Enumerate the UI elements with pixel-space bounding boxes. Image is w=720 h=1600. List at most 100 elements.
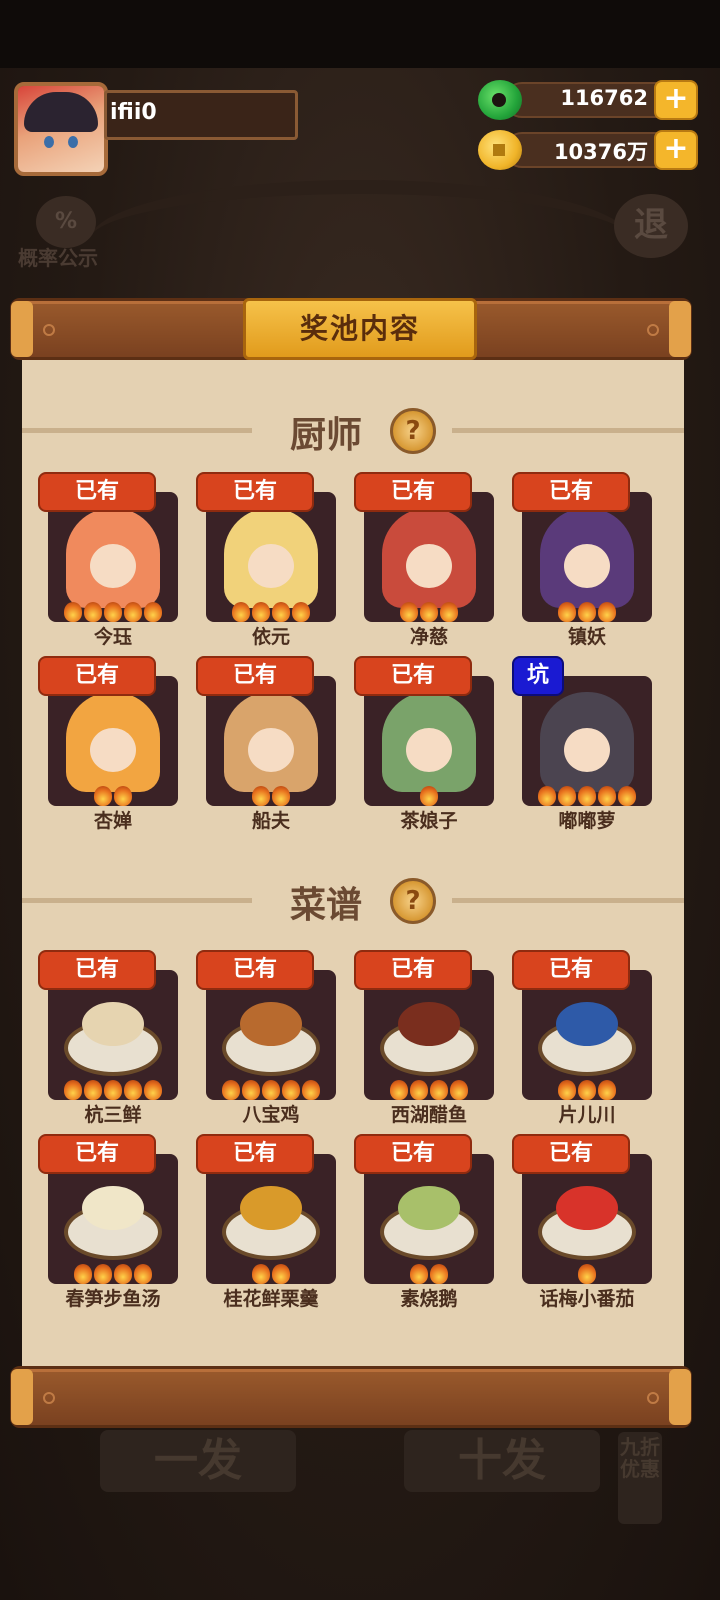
dish-art	[64, 1002, 162, 1076]
character-face	[564, 728, 610, 772]
exit-button: 退	[614, 194, 688, 258]
dish-art	[538, 1002, 636, 1076]
flame-icon	[430, 1080, 448, 1100]
flame-icon	[558, 786, 576, 806]
help-icon[interactable]: ?	[390, 408, 436, 454]
item-name: 桂花鲜栗羹	[223, 1288, 319, 1310]
rarity-flames	[364, 1080, 494, 1100]
flame-icon	[390, 1080, 408, 1100]
food-fill	[240, 1002, 302, 1046]
flame-icon	[598, 602, 616, 622]
rod-knob	[669, 1369, 691, 1425]
character-art	[224, 692, 318, 792]
section-header-chefs: 厨师 ?	[22, 406, 684, 456]
flame-icon	[64, 1080, 82, 1100]
flame-icon	[440, 602, 458, 622]
character-art	[66, 508, 160, 608]
flame-icon	[232, 602, 250, 622]
probability-label: 概率公示	[18, 246, 98, 270]
recipe-card[interactable]: 已有 杭三鲜	[38, 950, 178, 1126]
owned-badge: 已有	[38, 656, 156, 696]
dish-art	[222, 1186, 320, 1260]
item-name: 杏婵	[93, 810, 132, 832]
help-icon[interactable]: ?	[390, 878, 436, 924]
character-face	[406, 728, 452, 772]
rod-pin	[647, 1392, 659, 1404]
rarity-flames	[522, 786, 652, 806]
flame-icon	[124, 1080, 142, 1100]
flame-icon	[538, 786, 556, 806]
item-name: 依元	[251, 626, 290, 648]
section-header-recipes: 菜谱 ?	[22, 876, 684, 926]
recipe-card[interactable]: 已有素烧鹅	[354, 1134, 494, 1310]
chef-card[interactable]: 坑嘟嘟萝	[512, 656, 652, 832]
flame-icon	[144, 1080, 162, 1100]
chef-card[interactable]: 已有 镇妖	[512, 472, 652, 648]
add-coin-button[interactable]: +	[654, 130, 698, 170]
flame-icon	[272, 602, 290, 622]
chef-card[interactable]: 已有 净慈	[354, 472, 494, 648]
flame-icon	[74, 1264, 92, 1284]
flame-icon	[420, 602, 438, 622]
owned-badge: 已有	[354, 950, 472, 990]
owned-badge: 已有	[512, 950, 630, 990]
flame-icon	[94, 786, 112, 806]
character-face	[406, 544, 452, 588]
recipe-card[interactable]: 已有八宝鸡	[196, 950, 336, 1126]
chef-card[interactable]: 已有杏婵	[38, 656, 178, 832]
character-art	[382, 508, 476, 608]
rarity-flames	[364, 786, 494, 806]
food-fill	[556, 1186, 618, 1230]
recipe-card[interactable]: 已有 片儿川	[512, 950, 652, 1126]
character-art	[382, 692, 476, 792]
recipe-card[interactable]: 已有 西湖醋鱼	[354, 950, 494, 1126]
rarity-flames	[48, 1264, 178, 1284]
character-art	[66, 692, 160, 792]
flame-icon	[104, 602, 122, 622]
rod-pin	[43, 324, 55, 336]
chef-card[interactable]: 已有 依元	[196, 472, 336, 648]
dish-art	[64, 1186, 162, 1260]
coin-currency: 10376万 +	[478, 130, 700, 170]
owned-badge: 已有	[354, 656, 472, 696]
player-avatar[interactable]	[14, 82, 108, 176]
divider	[452, 898, 684, 903]
item-name: 八宝鸡	[242, 1104, 300, 1126]
owned-badge: 已有	[196, 656, 314, 696]
rarity-flames	[522, 1080, 652, 1100]
chef-card[interactable]: 已有茶娘子	[354, 656, 494, 832]
food-fill	[240, 1186, 302, 1230]
owned-badge: 已有	[512, 1134, 630, 1174]
chef-card[interactable]: 已有 今珏	[38, 472, 178, 648]
item-name: 春笋步鱼汤	[65, 1288, 161, 1310]
recipe-card[interactable]: 已有 春笋步鱼汤	[38, 1134, 178, 1310]
flame-icon	[104, 1080, 122, 1100]
item-name: 素烧鹅	[400, 1288, 458, 1310]
item-name: 茶娘子	[400, 810, 458, 832]
flame-icon	[400, 602, 418, 622]
character-face	[248, 728, 294, 772]
flame-icon	[222, 1080, 240, 1100]
flame-icon	[94, 1264, 112, 1284]
rarity-flames	[48, 602, 178, 622]
owned-badge: 已有	[354, 1134, 472, 1174]
jade-icon	[478, 80, 522, 120]
flame-icon	[252, 786, 270, 806]
divider	[22, 898, 252, 903]
flame-icon	[64, 602, 82, 622]
add-jade-button[interactable]: +	[654, 80, 698, 120]
item-name: 杭三鲜	[84, 1104, 142, 1126]
coin-amount: 10376万	[553, 140, 648, 164]
owned-badge: 已有	[196, 950, 314, 990]
flame-icon	[618, 786, 636, 806]
food-fill	[398, 1002, 460, 1046]
character-face	[90, 544, 136, 588]
flame-icon	[84, 602, 102, 622]
flame-icon	[558, 1080, 576, 1100]
recipe-card[interactable]: 已有 桂花鲜栗羹	[196, 1134, 336, 1310]
chef-card[interactable]: 已有 船夫	[196, 656, 336, 832]
recipe-card[interactable]: 已有 话梅小番茄	[512, 1134, 652, 1310]
flame-icon	[410, 1264, 428, 1284]
flame-icon	[282, 1080, 300, 1100]
dish-art	[380, 1186, 478, 1260]
